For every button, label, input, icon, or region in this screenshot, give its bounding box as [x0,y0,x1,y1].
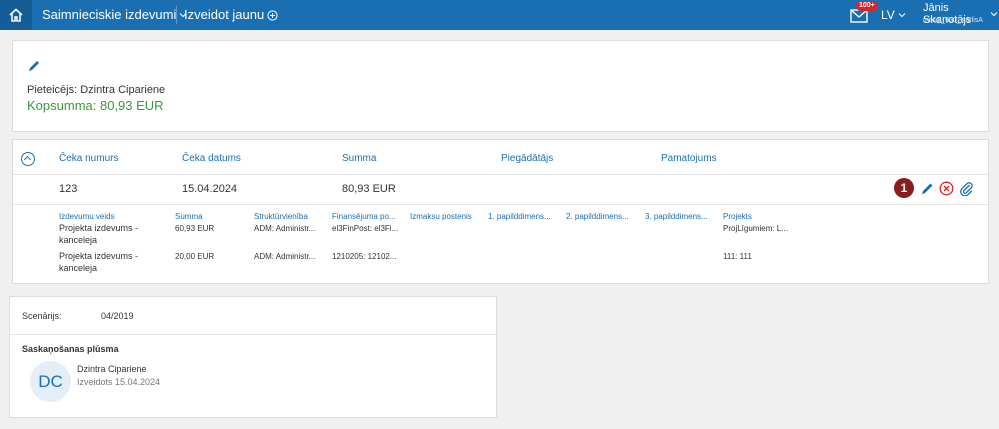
language-selector[interactable]: LV [881,0,906,30]
scenario-value: 04/2019 [101,311,134,321]
receipt-amount: 80,93 EUR [342,183,396,195]
sub-row-2-type: Projekta izdevums - kanceleja [59,251,139,273]
column-header-number[interactable]: Čeka numurs [59,153,118,164]
card-divider [10,334,496,335]
receipts-card: Čeka numurs Čeka datums Summa Piegādātāj… [12,139,989,284]
delete-circle-icon[interactable] [939,181,954,196]
sub-header-cost-item: Izmaksu postenis [410,212,472,221]
receipt-number: 123 [59,183,78,195]
language-label: LV [881,8,895,22]
step-badge: 1 [894,178,914,198]
receipt-date: 15.04.2024 [182,183,238,195]
column-header-date[interactable]: Čeka datums [182,153,241,164]
sub-row-1-project: ProjLīgumiem: L... [723,224,788,233]
sub-header-funding: Finansējuma po... [332,212,396,221]
sub-header-project: Projekts [723,212,752,221]
collapse-button[interactable] [21,152,35,166]
sub-header-dimension-3: 3. papilddimens... [645,212,708,221]
chevron-down-icon[interactable] [990,10,998,18]
approver-created-date: Izveidots 15.04.2024 [77,377,161,387]
applicant-text: Pieteicējs: Dzintra Cipariene [27,84,166,96]
sub-header-amount: Summa [175,212,203,221]
nav-separator [176,6,177,24]
user-database: mssql_630_KarlisA [923,17,983,24]
home-button[interactable] [0,0,32,30]
top-bar: Saimnieciskie izdevumi Izveidot jaunu 10… [0,0,999,30]
sub-header-unit: Struktūrvienība [254,212,308,221]
home-icon [9,8,23,22]
plus-circle-icon [267,9,278,21]
sub-row-1-unit: ADM: Administr... [254,224,316,233]
chevron-down-icon [898,13,906,18]
nav-create-new[interactable]: Izveidot jaunu [184,0,278,30]
column-header-supplier[interactable]: Piegādātājs [501,153,553,164]
notifications-badge: 100+ [856,1,878,11]
sub-row-2-funding: 1210205: 12102... [332,252,397,261]
avatar: DC [30,361,71,402]
sub-row-1-funding: el3FinPost: el3Fi... [332,224,399,233]
sub-row-2-amount: 20,00 EUR [175,252,215,261]
sub-row-1-type: Projekta izdevums - kanceleja [59,223,139,245]
sub-row-1-amount: 60,93 EUR [175,224,215,233]
approval-card: Scenārijs: 04/2019 Saskaņošanas plūsma D… [9,296,497,418]
approval-flow-title: Saskaņošanas plūsma [22,344,119,354]
sub-row-2-unit: ADM: Administr... [254,252,316,261]
row-divider [13,204,988,205]
sub-header-expense-type: Izdevumu veids [59,212,115,221]
sub-header-dimension-1: 1. papilddimens... [488,212,551,221]
header-divider [13,174,988,175]
pencil-icon[interactable] [27,59,41,73]
nav-create-new-label: Izveidot jaunu [184,7,265,22]
sub-row-2-project: 111: 111 [723,252,752,261]
sub-header-dimension-2: 2. papilddimens... [566,212,629,221]
nav-menu-expenses[interactable]: Saimnieciskie izdevumi [42,0,187,30]
scenario-label: Scenārijs: [22,311,62,321]
column-header-basis[interactable]: Pamatojums [661,153,717,164]
column-header-amount[interactable]: Summa [342,153,376,164]
summary-card: Pieteicējs: Dzintra Cipariene Kopsumma: … [12,40,989,132]
pencil-icon[interactable] [920,181,935,196]
paperclip-icon[interactable] [959,181,974,196]
approver-name: Dzintra Cipariene [77,364,147,374]
nav-menu-expenses-label: Saimnieciskie izdevumi [42,7,177,22]
total-amount: Kopsumma: 80,93 EUR [27,98,164,113]
